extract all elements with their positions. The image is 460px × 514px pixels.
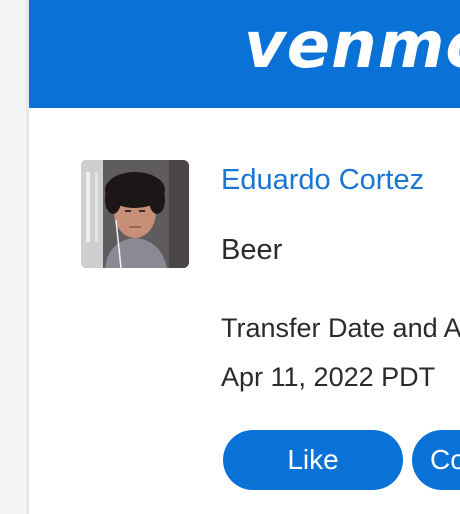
payment-note: Beer [221,234,283,266]
venmo-email-card: venmo Eduardo Cortez Beer Trans [26,0,460,514]
email-view: venmo Eduardo Cortez Beer Trans [0,0,460,514]
like-button[interactable]: Like [223,430,403,490]
sender-name-link[interactable]: Eduardo Cortez [221,164,424,197]
left-gutter [0,0,26,514]
venmo-logo: venmo [244,9,460,83]
user-photo-icon [81,160,189,268]
transfer-label: Transfer Date and Amount: [221,313,460,343]
comment-button[interactable]: Comment [412,430,460,490]
venmo-header: venmo [29,0,460,108]
avatar [81,160,189,268]
transfer-date: Apr 11, 2022 PDT [221,362,436,392]
